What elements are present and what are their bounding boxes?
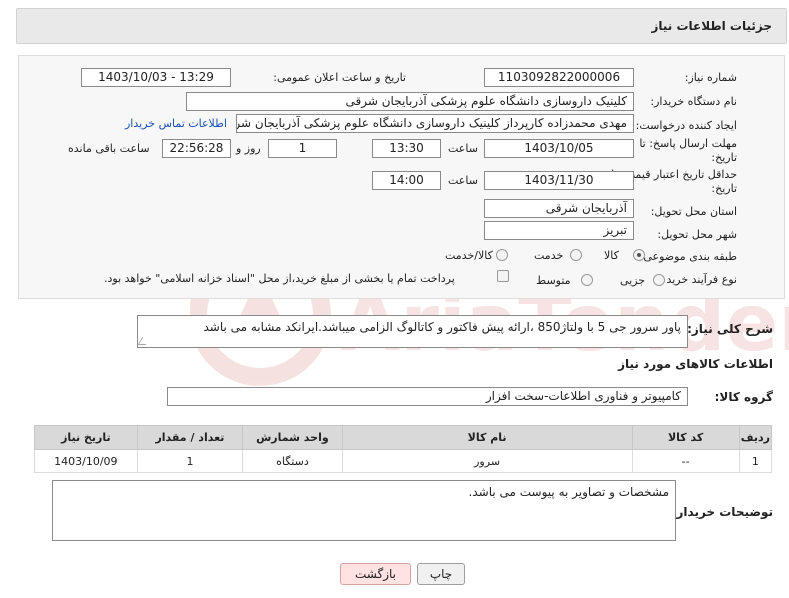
- process-label: نوع فرآیند خرید :: [659, 273, 737, 286]
- goods-section-title: اطلاعات کالاهای مورد نیاز: [618, 357, 773, 371]
- announce-date-field: 1403/10/03 - 13:29: [81, 68, 231, 87]
- print-button[interactable]: چاپ: [417, 563, 465, 585]
- reply-date-field: 1403/10/05: [484, 139, 634, 158]
- city-field: تبریز: [484, 221, 634, 240]
- city-label: شهر محل تحویل:: [657, 228, 737, 241]
- price-validity-time-field: 14:00: [372, 171, 441, 190]
- creator-label: ایجاد کننده درخواست:: [635, 119, 737, 132]
- cell-unit: دستگاه: [242, 449, 343, 473]
- price-validity-label-2: تاریخ:: [711, 182, 737, 195]
- days-label: روز و: [236, 142, 261, 155]
- price-validity-time-label: ساعت: [448, 174, 478, 187]
- treasury-checkbox[interactable]: [497, 270, 509, 282]
- process-radio-minor[interactable]: [653, 274, 665, 286]
- process-radio-medium[interactable]: [581, 274, 593, 286]
- page-header: جزئیات اطلاعات نیاز: [16, 8, 787, 44]
- back-button[interactable]: بازگشت: [340, 563, 411, 585]
- buyer-notes-textarea[interactable]: مشخصات و تصاویر به پیوست می باشد.: [52, 480, 676, 541]
- goods-group-label: گروه کالا:: [714, 390, 773, 404]
- remaining-label: ساعت باقی مانده: [68, 142, 150, 155]
- remaining-time-field: 22:56:28: [162, 139, 231, 158]
- goods-group-field: کامپیوتر و فناوری اطلاعات-سخت افزار: [167, 387, 688, 406]
- category-option-both: کالا/خدمت: [445, 249, 493, 262]
- col-unit-header: واحد شمارش: [242, 425, 343, 450]
- cell-row: 1: [738, 449, 773, 473]
- table-header-row: ردیف کد کالا نام کالا واحد شمارش تعداد /…: [34, 425, 773, 450]
- col-qty-header: تعداد / مقدار: [136, 425, 244, 450]
- cell-qty: 1: [136, 449, 244, 473]
- col-date-header: تاریخ نیاز: [34, 425, 138, 450]
- description-textarea[interactable]: پاور سرور جی 5 با ولتاژ850 ،ارائه پیش فا…: [137, 315, 688, 348]
- cell-date: 1403/10/09: [34, 449, 138, 473]
- cell-code: --: [631, 449, 740, 473]
- buyer-contact-link[interactable]: اطلاعات تماس خریدار: [125, 117, 227, 130]
- category-radio-goods[interactable]: [633, 249, 645, 261]
- process-option-minor: جزیی: [620, 274, 646, 287]
- resize-grip[interactable]: [138, 337, 151, 345]
- category-radio-both[interactable]: [496, 249, 508, 261]
- category-radio-service[interactable]: [570, 249, 582, 261]
- process-option-medium: متوسط: [536, 274, 571, 287]
- reply-deadline-label-2: تاریخ:: [711, 151, 737, 164]
- description-text: پاور سرور جی 5 با ولتاژ850 ،ارائه پیش فا…: [203, 320, 681, 334]
- buyer-org-field: کلینیک داروسازی دانشگاه علوم پزشکی آذربا…: [186, 92, 634, 111]
- page-title: جزئیات اطلاعات نیاز: [651, 19, 772, 33]
- category-option-goods: کالا: [604, 249, 619, 262]
- category-label: طبقه بندی موضوعی:: [639, 250, 737, 263]
- col-code-header: کد کالا: [631, 425, 740, 450]
- table-row: 1 -- سرور دستگاه 1 1403/10/09: [34, 449, 773, 473]
- col-name-header: نام کالا: [341, 425, 633, 450]
- creator-field: مهدی محمدزاده کارپرداز کلینیک داروسازی د…: [236, 114, 634, 133]
- buyer-notes-label: توضیحات خریدار:: [671, 505, 773, 519]
- buyer-org-label: نام دستگاه خریدار:: [650, 95, 737, 108]
- reply-time-label: ساعت: [448, 142, 478, 155]
- cell-name: سرور: [341, 449, 633, 473]
- province-field: آذربایجان شرقی: [484, 199, 634, 218]
- items-table: ردیف کد کالا نام کالا واحد شمارش تعداد /…: [34, 425, 773, 473]
- buyer-notes-text: مشخصات و تصاویر به پیوست می باشد.: [468, 485, 669, 499]
- province-label: استان محل تحویل:: [650, 205, 737, 218]
- announce-date-label: تاریخ و ساعت اعلان عمومی:: [273, 71, 406, 84]
- col-row-header: ردیف: [738, 425, 773, 450]
- category-option-service: خدمت: [534, 249, 564, 262]
- price-validity-date-field: 1403/11/30: [484, 171, 634, 190]
- need-number-label: شماره نیاز:: [684, 71, 737, 84]
- treasury-text: پرداخت تمام یا بخشی از مبلغ خرید،از محل …: [104, 272, 455, 285]
- description-label: شرح کلی نیاز:: [687, 322, 773, 336]
- reply-deadline-label: مهلت ارسال پاسخ: تا: [639, 137, 737, 150]
- reply-time-field: 13:30: [372, 139, 441, 158]
- need-number-field: 1103092822000006: [484, 68, 634, 87]
- reply-days-field: 1: [268, 139, 337, 158]
